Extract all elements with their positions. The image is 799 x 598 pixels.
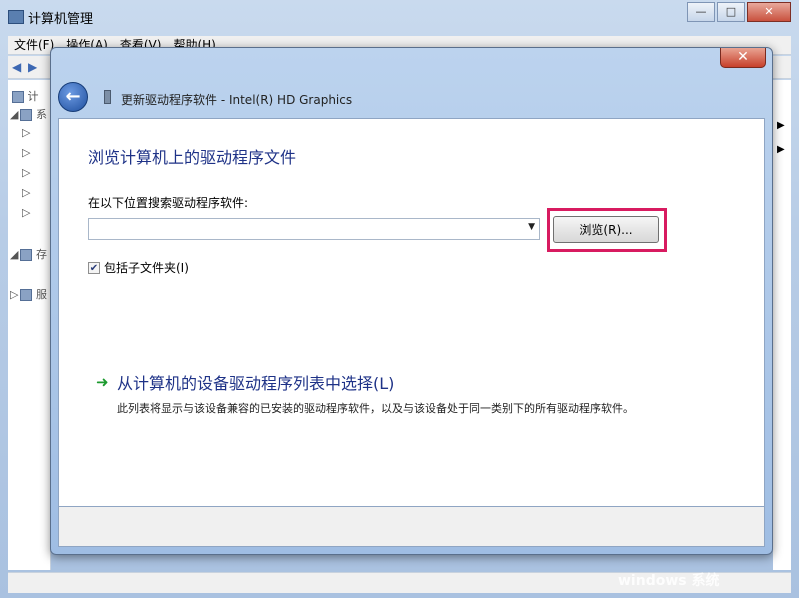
maximize-button[interactable]: □ (717, 2, 745, 22)
forward-arrow-icon[interactable]: ▶ (28, 60, 37, 74)
tree-item-root[interactable]: 计 (10, 88, 39, 104)
update-driver-dialog: ✕ ← 更新驱动程序软件 - Intel(R) HD Graphics 浏览计算… (50, 47, 773, 555)
include-subfolders-option[interactable]: ✔ 包括子文件夹(I) (88, 259, 189, 276)
dropdown-arrow-icon[interactable]: ▼ (528, 222, 535, 232)
expand-arrow-icon[interactable]: ▶ (777, 144, 785, 155)
dialog-close-button[interactable]: ✕ (720, 48, 766, 68)
tools-icon (20, 109, 33, 121)
expand-arrow-icon[interactable]: ▶ (777, 120, 785, 131)
page-heading: 浏览计算机上的驱动程序文件 (88, 148, 297, 167)
tree-item[interactable]: ▷ (22, 126, 30, 139)
tree-item[interactable]: ▷ (22, 186, 30, 199)
actions-pane: ▶ ▶ (773, 80, 791, 570)
green-arrow-icon[interactable]: ➜ (96, 373, 109, 391)
services-icon (20, 289, 33, 301)
dialog-content: 浏览计算机上的驱动程序文件 在以下位置搜索驱动程序软件: ▼ 浏览(R)... … (58, 118, 765, 507)
path-combobox[interactable]: ▼ (88, 218, 540, 240)
tree-item-label: 存 (35, 248, 47, 261)
include-subfolders-checkbox[interactable]: ✔ (88, 261, 100, 274)
back-arrow-icon[interactable]: ◀ (12, 60, 21, 74)
tree-item-label: 计 (27, 90, 39, 103)
main-close-button[interactable]: ✕ (747, 2, 791, 22)
search-location-label: 在以下位置搜索驱动程序软件: (88, 196, 249, 210)
navigation-tree: 计 ◢ 系 ▷ ▷ ▷ ▷ ▷ ◢ 存 ▷ 服 (8, 80, 51, 570)
tree-item-system[interactable]: ◢ 系 (10, 106, 47, 122)
pick-from-list-description: 此列表将显示与该设备兼容的已安装的驱动程序软件，以及与该设备处于同一类别下的所有… (117, 402, 634, 415)
dialog-footer (58, 507, 765, 547)
computer-management-icon (8, 10, 24, 24)
tree-item[interactable]: ▷ (22, 206, 30, 219)
tree-item[interactable]: ▷ (22, 146, 30, 159)
main-window-title: 计算机管理 (28, 12, 94, 27)
include-subfolders-label[interactable]: 包括子文件夹(I) (104, 259, 189, 276)
dialog-title: 更新驱动程序软件 - Intel(R) HD Graphics (121, 93, 353, 107)
tree-item-storage[interactable]: ◢ 存 (10, 246, 47, 262)
back-button[interactable]: ← (58, 82, 88, 112)
tree-item-label: 系 (35, 108, 47, 121)
computer-icon (12, 91, 24, 103)
main-titlebar: 计算机管理 — □ ✕ (0, 0, 799, 34)
storage-icon (20, 249, 33, 261)
watermark: windows 系统 (618, 573, 720, 589)
browse-button[interactable]: 浏览(R)... (553, 216, 659, 243)
window-controls: — □ ✕ (685, 2, 791, 22)
tree-item-label: 服 (35, 288, 47, 301)
tree-item[interactable]: ▷ (22, 166, 30, 179)
pick-from-list-link[interactable]: 从计算机的设备驱动程序列表中选择(L) (117, 370, 394, 394)
tree-item-services[interactable]: ▷ 服 (10, 286, 47, 302)
device-icon (104, 90, 111, 104)
minimize-button[interactable]: — (687, 2, 715, 22)
